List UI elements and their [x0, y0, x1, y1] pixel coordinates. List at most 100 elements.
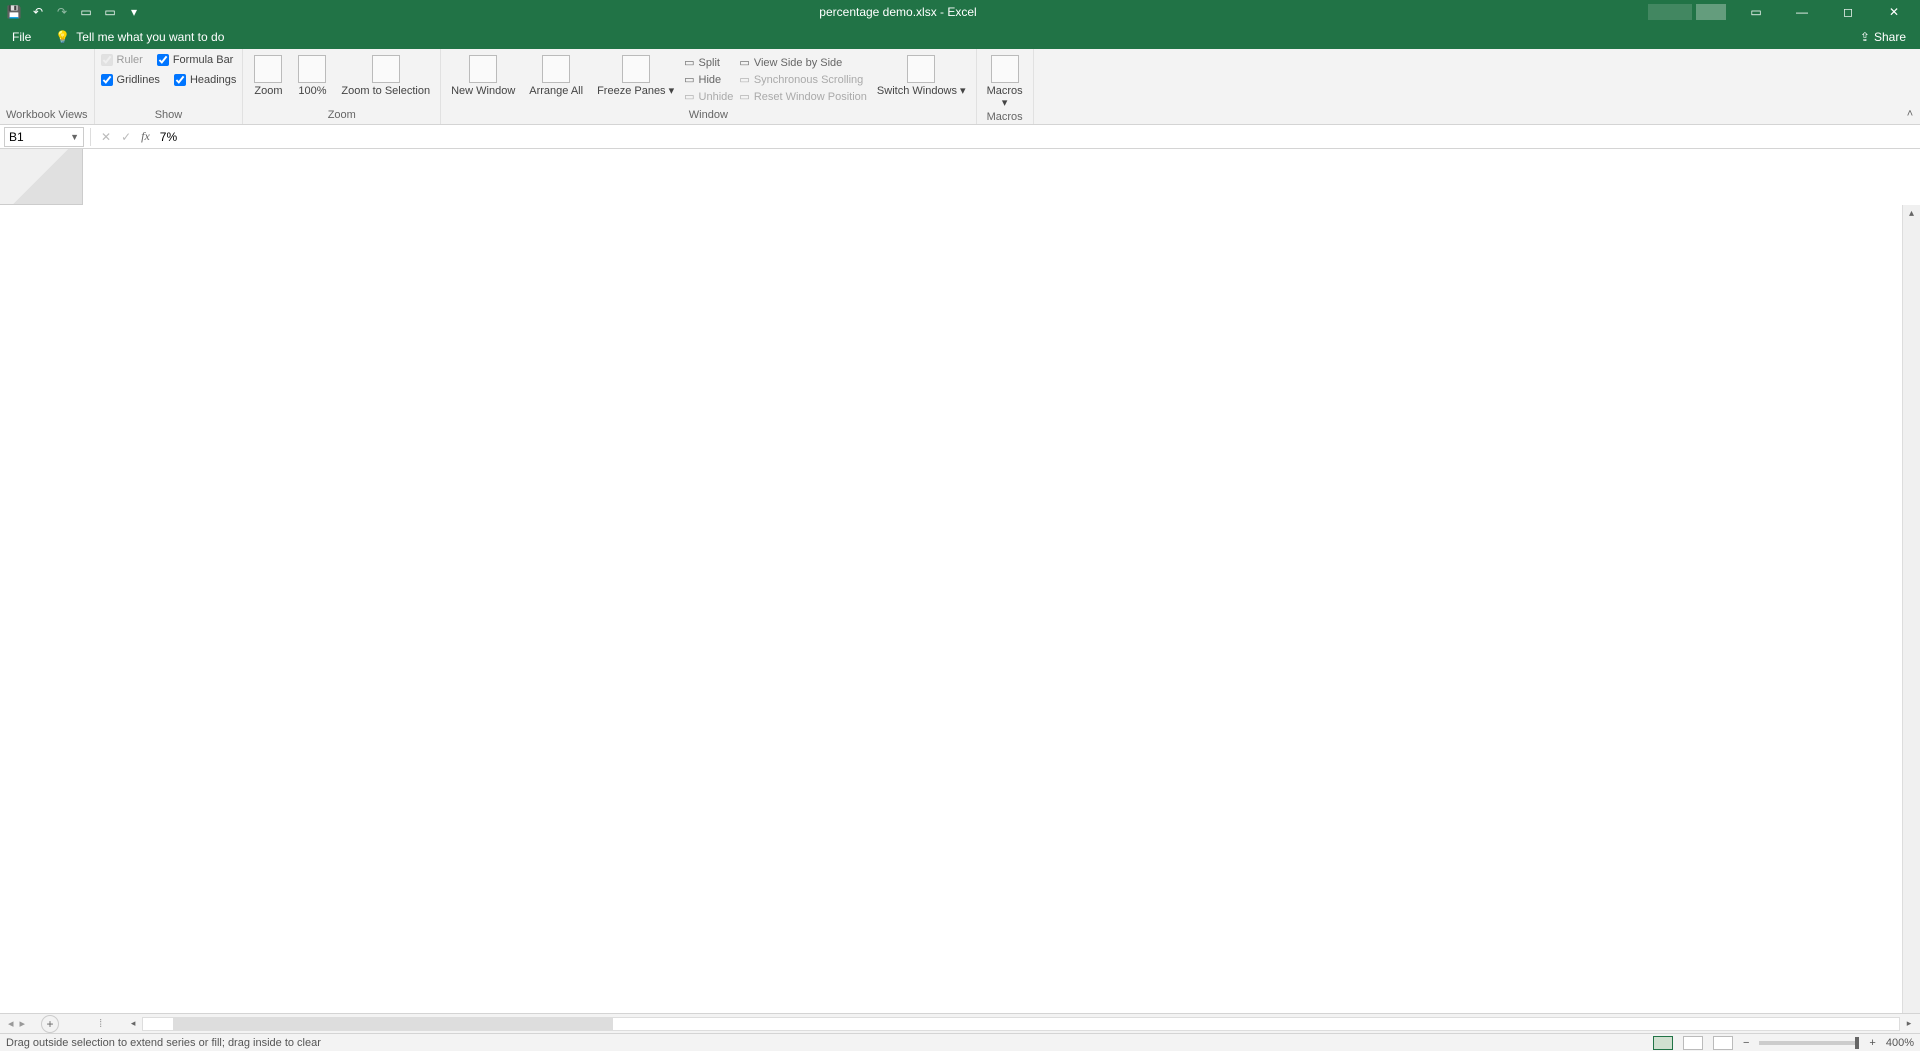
name-box-dropdown-icon[interactable]: ▼ — [70, 132, 79, 142]
gridlines-label: Gridlines — [117, 74, 160, 86]
group-window: New Window Arrange All Freeze Panes ▾ ▭ … — [441, 49, 977, 124]
account-badge[interactable] — [1696, 4, 1726, 20]
share-button[interactable]: ⇪ Share — [1846, 24, 1920, 49]
formula-bar-checkbox[interactable]: Formula Bar — [157, 53, 234, 67]
ruler-label: Ruler — [117, 54, 143, 66]
share-label: Share — [1874, 30, 1906, 44]
page-break-view-button[interactable] — [1713, 1036, 1733, 1050]
formula-bar: B1 ▼ ✕ ✓ fx 7% — [0, 125, 1920, 149]
group-label-macros: Macros — [983, 111, 1027, 124]
sync-scroll-label: Synchronous Scrolling — [754, 74, 863, 86]
zoom-icon — [254, 55, 282, 83]
row-headers — [0, 205, 83, 1013]
minimize-icon[interactable]: — — [1780, 0, 1824, 24]
scroll-up-icon[interactable]: ▴ — [1903, 205, 1920, 223]
scroll-left-icon[interactable]: ◂ — [125, 1018, 141, 1030]
scroll-right-icon[interactable]: ▸ — [1901, 1018, 1917, 1030]
enter-formula-icon[interactable]: ✓ — [121, 130, 131, 144]
sync-scroll-button: ▭ Synchronous Scrolling — [739, 72, 867, 87]
name-box-value: B1 — [9, 130, 24, 144]
group-label-window: Window — [447, 109, 970, 122]
split-label: Split — [699, 57, 720, 69]
save-icon[interactable]: 💾 — [6, 4, 22, 20]
scroll-thumb[interactable] — [173, 1018, 613, 1030]
freeze-panes-button[interactable]: Freeze Panes ▾ — [593, 53, 678, 99]
reset-position-label: Reset Window Position — [754, 91, 867, 103]
ruler-checkbox[interactable]: Ruler — [101, 53, 143, 67]
lightbulb-icon: 💡 — [55, 30, 70, 44]
fx-icon[interactable]: fx — [135, 129, 156, 144]
ribbon: Workbook Views Ruler Formula Bar Gridlin… — [0, 49, 1920, 125]
horizontal-scrollbar[interactable]: ◂ ▸ — [142, 1017, 1900, 1031]
zoom-100-button[interactable]: 100% — [293, 53, 331, 99]
hide-button[interactable]: ▭ Hide — [684, 72, 733, 87]
ribbon-tabs: File 💡 Tell me what you want to do ⇪ Sha… — [0, 24, 1920, 49]
share-icon: ⇪ — [1860, 30, 1870, 44]
zoom-level[interactable]: 400% — [1886, 1037, 1914, 1049]
column-headers — [83, 149, 1902, 205]
status-bar: Drag outside selection to extend series … — [0, 1033, 1920, 1051]
group-workbook-views: Workbook Views — [0, 49, 95, 124]
gridlines-checkbox[interactable]: Gridlines — [101, 73, 160, 87]
zoom-100-icon — [298, 55, 326, 83]
vertical-scrollbar[interactable]: ▴ — [1902, 205, 1920, 1013]
status-text: Drag outside selection to extend series … — [6, 1037, 321, 1049]
sheet-nav[interactable]: ◂▸ — [0, 1017, 33, 1030]
zoom-slider[interactable] — [1759, 1041, 1859, 1045]
unhide-button: ▭ Unhide — [684, 89, 733, 104]
collapse-ribbon-icon[interactable]: ˄ — [1900, 49, 1920, 124]
switch-windows-button[interactable]: Switch Windows ▾ — [873, 53, 970, 99]
zoom-out-icon[interactable]: − — [1743, 1037, 1749, 1049]
zoom-button[interactable]: Zoom — [249, 53, 287, 99]
group-zoom: Zoom 100% Zoom to Selection Zoom — [243, 49, 441, 124]
macros-button[interactable]: Macros▾ — [983, 53, 1027, 111]
macros-icon — [991, 55, 1019, 83]
redo-icon[interactable]: ↷ — [54, 4, 70, 20]
zoom-in-icon[interactable]: + — [1869, 1037, 1875, 1049]
unhide-label: Unhide — [699, 91, 734, 103]
doc-icon[interactable]: ▭ — [78, 4, 94, 20]
split-button[interactable]: ▭ Split — [684, 55, 733, 70]
view-side-by-side-button[interactable]: ▭ View Side by Side — [739, 55, 867, 70]
freeze-panes-label: Freeze Panes ▾ — [597, 85, 674, 97]
qat-more-icon[interactable]: ▾ — [126, 4, 142, 20]
account-area[interactable] — [1648, 4, 1692, 20]
arrange-all-label: Arrange All — [529, 85, 583, 97]
new-window-label: New Window — [451, 85, 515, 97]
arrange-all-button[interactable]: Arrange All — [525, 53, 587, 99]
select-all-corner[interactable] — [0, 149, 83, 205]
macros-label: Macros▾ — [987, 85, 1023, 109]
ribbon-display-icon[interactable]: ▭ — [1734, 0, 1778, 24]
zoom-100-label: 100% — [298, 85, 326, 97]
cancel-formula-icon[interactable]: ✕ — [101, 130, 111, 144]
cells-area[interactable] — [83, 205, 1902, 1013]
arrange-all-icon — [542, 55, 570, 83]
new-window-button[interactable]: New Window — [447, 53, 519, 99]
name-box[interactable]: B1 ▼ — [4, 127, 84, 147]
normal-view-button[interactable] — [1653, 1036, 1673, 1050]
group-macros: Macros▾ Macros — [977, 49, 1034, 124]
quick-access-toolbar: 💾 ↶ ↷ ▭ ▭ ▾ — [0, 4, 148, 20]
title-bar: 💾 ↶ ↷ ▭ ▭ ▾ percentage demo.xlsx - Excel… — [0, 0, 1920, 24]
zoom-selection-button[interactable]: Zoom to Selection — [337, 53, 434, 99]
undo-icon[interactable]: ↶ — [30, 4, 46, 20]
switch-windows-icon — [907, 55, 935, 83]
group-show: Ruler Formula Bar Gridlines Headings Sho… — [95, 49, 244, 124]
formula-input[interactable]: 7% — [156, 130, 1920, 144]
group-label-show: Show — [101, 109, 237, 122]
headings-checkbox[interactable]: Headings — [174, 73, 236, 87]
maximize-icon[interactable]: ◻ — [1826, 0, 1870, 24]
new-window-icon — [469, 55, 497, 83]
close-icon[interactable]: ✕ — [1872, 0, 1916, 24]
tab-file[interactable]: File — [0, 24, 43, 49]
reset-position-button: ▭ Reset Window Position — [739, 89, 867, 104]
tell-me[interactable]: 💡 Tell me what you want to do — [43, 24, 224, 49]
headings-label: Headings — [190, 74, 236, 86]
touch-icon[interactable]: ▭ — [102, 4, 118, 20]
add-sheet-button[interactable]: + — [41, 1015, 59, 1033]
spreadsheet-grid[interactable]: ▴ — [0, 149, 1920, 1013]
window-title: percentage demo.xlsx - Excel — [148, 5, 1648, 19]
zoom-selection-label: Zoom to Selection — [341, 85, 430, 97]
page-layout-view-button[interactable] — [1683, 1036, 1703, 1050]
tell-me-label: Tell me what you want to do — [76, 30, 224, 44]
